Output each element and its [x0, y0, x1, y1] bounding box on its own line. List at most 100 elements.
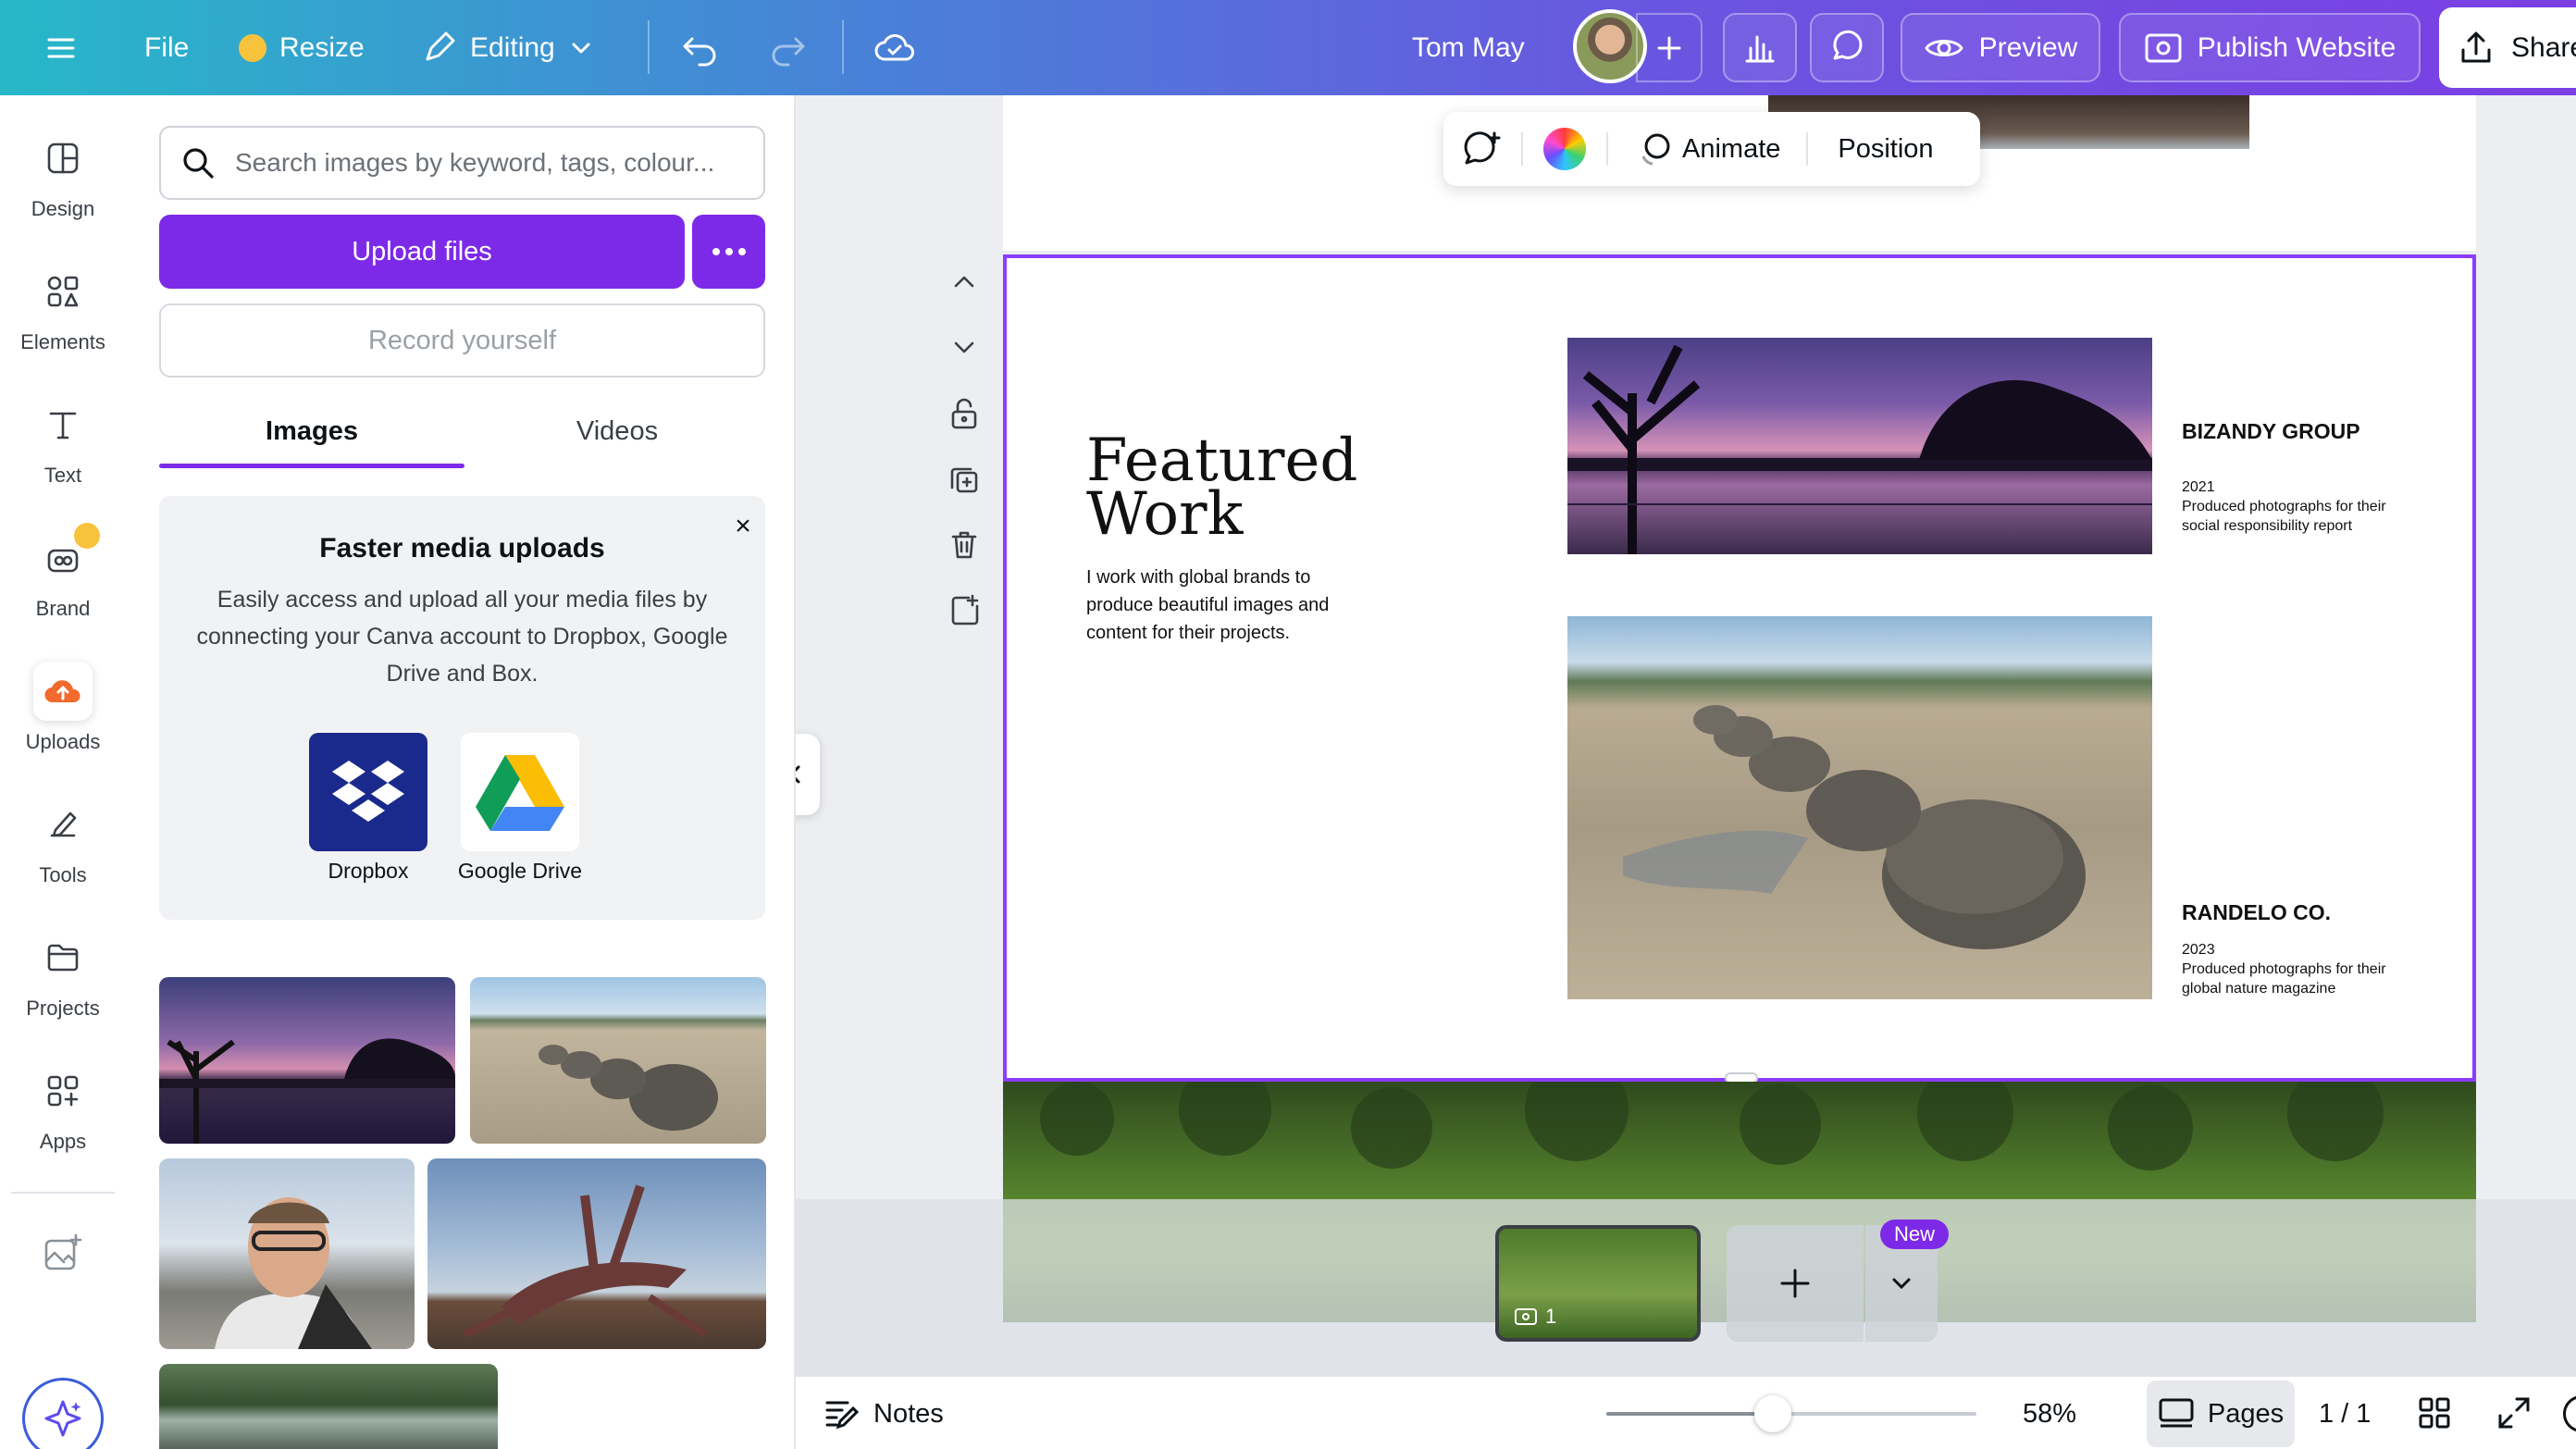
cloud-save-icon[interactable] — [873, 0, 916, 95]
client-details-randelo[interactable]: 2023 Produced photographs for their glob… — [2182, 940, 2404, 998]
user-name: Tom May — [1412, 0, 1525, 95]
rail-item-brand[interactable]: Brand — [0, 519, 126, 630]
upload-files-button[interactable]: Upload files — [159, 215, 685, 289]
menu-icon[interactable] — [44, 0, 78, 95]
redo-button[interactable] — [768, 0, 809, 95]
lock-icon — [951, 398, 977, 429]
dropbox-connect[interactable]: Dropbox — [303, 733, 433, 884]
apps-icon — [33, 1061, 93, 1121]
duplicate-button[interactable] — [944, 459, 985, 500]
rail-item-projects[interactable]: Projects — [0, 919, 126, 1030]
add-collaborator-button[interactable] — [1636, 13, 1703, 82]
elements-icon — [33, 262, 93, 321]
new-badge: New — [1880, 1220, 1949, 1249]
animate-button[interactable]: Animate — [1608, 130, 1806, 167]
publish-website-button[interactable]: Publish Website — [2119, 13, 2421, 82]
lake-sunset-image[interactable] — [1567, 338, 2152, 554]
undo-button[interactable] — [679, 0, 720, 95]
file-menu[interactable]: File — [144, 0, 189, 95]
featured-work-description[interactable]: I work with global brands to produce bea… — [1086, 564, 1382, 647]
page-thumbnail[interactable]: 1 — [1495, 1225, 1701, 1342]
record-yourself-button[interactable]: Record yourself — [159, 303, 765, 378]
rail-label: Apps — [39, 1130, 87, 1153]
left-rail: Design Elements Text Brand Uploads Tools — [0, 95, 126, 1449]
chevron-down-icon — [954, 341, 974, 353]
record-yourself-label: Record yourself — [367, 325, 557, 355]
client-name-bizandy[interactable]: BIZANDY GROUP — [2182, 419, 2360, 444]
resize-button[interactable]: Resize — [239, 0, 365, 95]
file-label: File — [144, 31, 190, 63]
notes-button[interactable]: Notes — [824, 1377, 944, 1449]
magic-media-icon[interactable] — [41, 1232, 85, 1276]
search-input[interactable] — [235, 148, 753, 178]
image-thumbnail-selfie[interactable] — [159, 1158, 415, 1349]
zoom-slider[interactable] — [1606, 1395, 1976, 1432]
dot-icon — [737, 248, 746, 255]
provider-label: Google Drive — [457, 859, 583, 883]
rail-item-apps[interactable]: Apps — [0, 1052, 126, 1163]
chevron-left-icon — [796, 765, 800, 784]
tools-icon — [33, 795, 93, 854]
close-icon[interactable]: × — [729, 513, 757, 540]
more-options-button[interactable] — [692, 215, 765, 289]
plus-icon — [1657, 36, 1681, 59]
fullscreen-icon[interactable] — [2496, 1395, 2532, 1438]
pages-icon — [2159, 1398, 2194, 1428]
comments-button[interactable] — [1810, 13, 1884, 82]
image-thumbnail-lake-sunset[interactable] — [159, 977, 455, 1144]
rail-item-text[interactable]: Text — [0, 386, 126, 497]
position-button[interactable]: Position — [1808, 134, 1955, 165]
move-section-down-button[interactable] — [944, 327, 985, 367]
rail-label: Design — [31, 197, 95, 220]
featured-work-section[interactable]: Featured Work I work with global brands … — [1003, 254, 2476, 1084]
page-number-badge: 1 — [1514, 1305, 1556, 1329]
collapse-panel-button[interactable] — [796, 734, 820, 815]
featured-work-heading[interactable]: Featured Work — [1086, 431, 1357, 544]
add-page-icon — [951, 594, 979, 625]
add-page-button[interactable] — [1727, 1225, 1864, 1342]
share-button[interactable]: Share — [2439, 7, 2576, 88]
delete-button[interactable] — [944, 525, 985, 565]
crown-icon — [239, 33, 266, 62]
editing-mode-button[interactable]: Editing — [420, 0, 594, 95]
color-picker-icon[interactable] — [1523, 128, 1606, 170]
beach-boulders-image[interactable] — [1567, 616, 2152, 999]
add-section-button[interactable] — [944, 590, 985, 631]
share-label: Share — [2511, 31, 2576, 63]
rail-item-design[interactable]: Design — [0, 119, 126, 230]
notes-icon — [825, 1401, 860, 1430]
client-details-bizandy[interactable]: 2021 Produced photographs for their soci… — [2182, 477, 2404, 536]
rail-label: Text — [43, 464, 82, 487]
dot-icon — [724, 248, 733, 255]
client-name-randelo[interactable]: RANDELO CO. — [2182, 900, 2331, 925]
rail-item-tools[interactable]: Tools — [0, 786, 126, 897]
magic-assistant-button[interactable] — [22, 1378, 104, 1449]
rail-item-elements[interactable]: Elements — [0, 253, 126, 364]
tab-label: Images — [266, 415, 358, 446]
preview-button[interactable]: Preview — [1901, 13, 2100, 82]
zoom-level[interactable]: 58% — [2023, 1399, 2076, 1430]
image-thumbnail-forest-river[interactable] — [159, 1364, 498, 1449]
help-icon[interactable] — [2563, 1395, 2576, 1432]
image-thumbnail-lobster-sculpture[interactable] — [427, 1158, 766, 1349]
upload-files-label: Upload files — [352, 236, 492, 266]
move-section-up-button[interactable] — [944, 262, 985, 303]
lock-button[interactable] — [944, 393, 985, 434]
text-icon — [33, 395, 93, 454]
share-icon — [2461, 31, 2491, 62]
insights-button[interactable] — [1723, 13, 1797, 82]
zoom-slider-fill — [1606, 1412, 1773, 1416]
search-icon — [183, 148, 214, 179]
grid-view-icon[interactable] — [2417, 1395, 2452, 1438]
tab-images[interactable]: Images — [159, 393, 464, 469]
card-title: Faster media uploads — [319, 533, 605, 564]
tab-videos[interactable]: Videos — [464, 393, 770, 469]
google-drive-connect[interactable]: Google Drive — [455, 733, 585, 884]
client-year: 2023 — [2182, 942, 2215, 958]
image-thumbnail-beach-boulders[interactable] — [470, 977, 766, 1144]
search-field[interactable] — [159, 126, 765, 200]
comment-add-icon[interactable] — [1443, 130, 1521, 168]
zoom-slider-thumb[interactable] — [1754, 1395, 1791, 1432]
rail-item-uploads[interactable]: Uploads — [0, 652, 126, 763]
pages-button[interactable]: Pages — [2147, 1381, 2295, 1447]
